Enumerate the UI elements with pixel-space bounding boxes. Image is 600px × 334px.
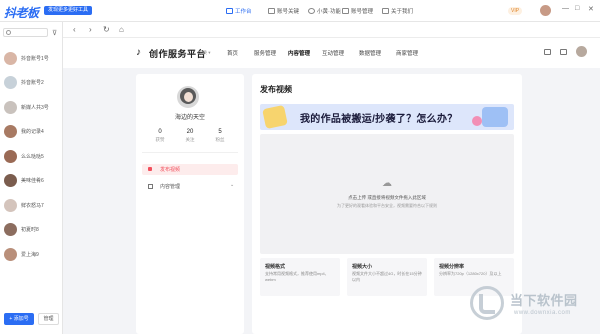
topnav-about[interactable]: 关于我们 [382,5,413,17]
top-bar: 抖老板 发现更多更好工具 工作台 账号关键 小黄·功能 账号管理 关于我们 VI… [0,0,600,22]
logo-tag[interactable]: 发现更多更好工具 [44,6,93,15]
account-name: 爱上海9 [21,251,39,258]
chevron-down-icon: ⌄ [230,182,235,188]
nav-data[interactable]: 数据管理 [359,49,381,57]
divider [142,152,238,153]
bell-icon[interactable] [560,49,567,55]
account-item[interactable]: 抖音账号2 [4,74,60,92]
nav-home[interactable]: 首页 [227,49,238,57]
manage-accounts-button[interactable]: 管理 [38,313,59,325]
account-name: 抖音账号2 [21,80,44,86]
account-item[interactable]: 初夏时8 [4,221,60,239]
stat-likes: 0 获赞 [155,129,165,142]
user-avatar[interactable] [540,5,551,16]
account-item[interactable]: 么么哒哒5 [4,147,60,165]
account-item[interactable]: 我的记录4 [4,123,60,141]
account-name: 鲜衣怒马7 [21,202,44,209]
account-item[interactable]: 美味佳肴6 [4,172,60,190]
topnav-workbench[interactable]: 工作台 [226,5,252,17]
upload-cloud-icon: ☁ [382,178,392,189]
watermark-url: www.downxia.com [514,310,571,316]
account-name: 美味佳肴6 [21,178,44,184]
upload-secondary-text: 为了更好的观看体验和平台安全，视频需要符合以下规则 [337,203,437,208]
info-icon [382,8,389,14]
menu-publish-video[interactable]: 发布视频 [142,164,238,175]
account-item[interactable]: 抖音账号1号 [4,49,60,67]
banner-text: 我的作品被搬运/抄袭了？怎么办？ [300,114,458,125]
grid-icon [342,8,349,14]
profile-name: 海边的天空 [174,115,205,121]
back-icon[interactable]: ‹ [73,25,76,34]
reload-icon[interactable]: ↻ [103,25,110,34]
home-icon[interactable]: ⌂ [119,25,124,34]
topnav-account-manage[interactable]: 账号管理 [342,5,373,17]
account-item[interactable]: 爱上海9 [4,245,60,263]
account-avatar [4,247,17,261]
publish-icon [148,167,152,171]
watermark-text: 当下软件园 [510,293,578,308]
minimize-button[interactable]: — [562,5,569,12]
promo-banner[interactable]: 我的作品被搬运/抄袭了？怎么办？ [260,104,514,130]
account-avatar [4,100,17,114]
stat-followers: 5 粉丝 [215,129,225,142]
info-card-format: 视频格式 支持常用视频格式，推荐使用mp4、webm [260,258,340,296]
add-account-button[interactable]: + 添加号 [4,313,34,325]
account-item[interactable]: 鲜衣怒马7 [4,196,60,214]
monitor-icon [226,8,233,14]
nav-service[interactable]: 服务管理 [254,49,276,57]
card-icon [268,8,275,14]
stat-following: 20 关注 [185,129,195,142]
search-icon [6,30,11,35]
header-avatar[interactable] [576,46,587,57]
content-icon [148,184,153,189]
account-sidebar: ⊽ 抖音账号1号 抖音账号2 新媒人共3号 我的记录4 么么哒哒5 美味佳肴6 鲜衣怒马7 初… [0,22,63,334]
account-name: 新媒人共3号 [21,104,49,111]
topnav-feature[interactable]: 小黄·功能 [308,5,341,17]
account-avatar [4,149,17,163]
menu-content-manage[interactable]: 内容管理 ⌄ [142,181,238,192]
nav-merchant[interactable]: 商家管理 [396,49,418,57]
account-avatar [4,76,17,89]
profile-panel: 海边的天空 0 获赞 20 关注 5 粉丝 发布视频 内容管理 ⌄ [136,74,244,334]
platform-switch[interactable]: 切换 ▾ [198,50,211,56]
maximize-button[interactable]: □ [575,5,579,12]
account-avatar [4,125,17,138]
app-window: 抖老板 发现更多更好工具 工作台 账号关键 小黄·功能 账号管理 关于我们 VI… [0,0,600,334]
page-title: 发布视频 [260,85,292,94]
watermark-logo: 当下软件园 www.downxia.com [458,284,598,330]
profile-avatar [177,86,199,108]
app-logo: 抖老板 [4,6,39,20]
account-avatar [4,174,17,187]
close-button[interactable]: ✕ [588,5,594,13]
info-card-size: 视频大小 视频文件大小不超过4G，时长在15分钟以内 [347,258,427,296]
account-name: 么么哒哒5 [21,153,44,160]
graduation-icon[interactable] [544,49,551,55]
browser-toolbar: ‹ › ↻ ⌂ [63,22,600,38]
topnav-account-key[interactable]: 账号关键 [268,5,299,17]
douyin-logo-icon: ♪ [136,47,141,58]
account-avatar [4,223,17,236]
account-search-input[interactable] [3,28,48,37]
account-item[interactable]: 新媒人共3号 [4,98,60,116]
filter-icon[interactable]: ⊽ [52,29,57,37]
account-avatar [4,51,17,65]
account-name: 抖音账号1号 [21,55,49,62]
account-avatar [4,198,17,212]
nav-content[interactable]: 内容管理 [288,49,310,57]
upload-primary-text: 点击上传 或直接将视频文件拖入此区域 [348,195,426,200]
account-name: 我的记录4 [21,129,44,135]
upload-dropzone[interactable]: ☁ 点击上传 或直接将视频文件拖入此区域 为了更好的观看体验和平台安全，视频需要… [260,134,514,254]
account-name: 初夏时8 [21,227,39,233]
nav-interaction[interactable]: 互动管理 [322,49,344,57]
user-icon [308,8,315,14]
forward-icon[interactable]: › [89,25,92,34]
page-header: ♪ 创作服务平台 切换 ▾ 首页 服务管理 内容管理 互动管理 数据管理 商家管… [63,38,600,68]
vip-badge[interactable]: VIP [508,7,523,15]
